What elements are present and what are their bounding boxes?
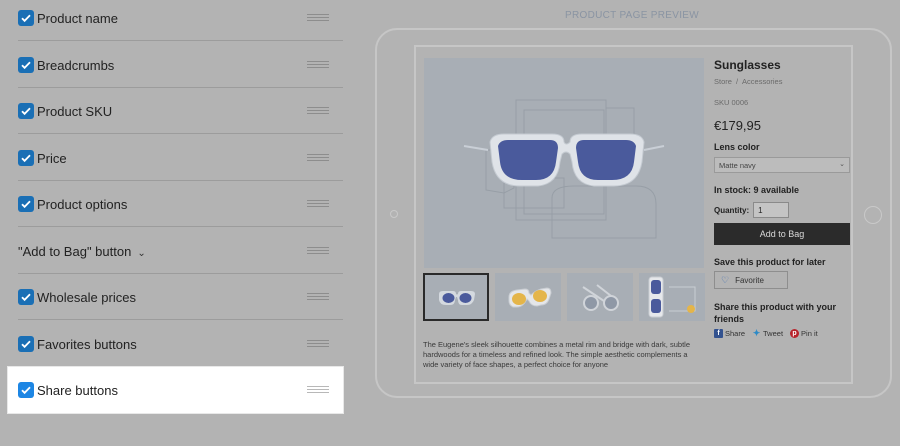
share-buttons: f Share ✦ Tweet p Pin it	[714, 328, 851, 339]
divider	[18, 40, 343, 41]
check-icon	[21, 107, 31, 116]
product-thumbnails	[423, 273, 705, 321]
preview-title: PRODUCT PAGE PREVIEW	[565, 10, 699, 21]
breadcrumb-store[interactable]: Store	[714, 77, 732, 86]
twitter-share-button[interactable]: ✦ Tweet	[752, 328, 784, 339]
setting-row-product-options[interactable]: Product options	[8, 181, 343, 227]
setting-label: Breadcrumbs	[37, 57, 115, 73]
select-value: Matte navy	[719, 161, 756, 170]
chevron-down-icon: ⌄	[839, 161, 845, 168]
drag-handle-icon[interactable]	[307, 14, 329, 22]
sunglasses-thumb-icon	[582, 284, 619, 311]
setting-label-text: "Add to Bag" button	[18, 243, 132, 259]
breadcrumb-accessories[interactable]: Accessories	[742, 77, 782, 86]
setting-label: Product SKU	[37, 103, 113, 119]
drag-handle-icon[interactable]	[307, 247, 329, 255]
add-to-bag-button[interactable]: Add to Bag	[714, 223, 850, 245]
product-main-image	[424, 58, 704, 268]
product-price: €179,95	[714, 118, 761, 133]
drag-handle-icon[interactable]	[307, 293, 329, 301]
pinterest-share-button[interactable]: p Pin it	[790, 329, 818, 338]
setting-row-favorites-buttons[interactable]: Favorites buttons	[8, 321, 343, 367]
check-icon	[21, 14, 31, 23]
tablet-camera	[390, 210, 398, 218]
setting-label-expandable[interactable]: "Add to Bag" button ⌄	[18, 244, 146, 259]
quantity-row: Quantity: 1	[714, 202, 851, 218]
drag-handle-icon[interactable]	[307, 107, 329, 115]
check-icon	[21, 154, 31, 163]
pin-text: Pin it	[801, 329, 818, 338]
setting-row-product-name[interactable]: Product name	[8, 0, 343, 41]
share-text: Share	[725, 329, 746, 338]
lens-color-select[interactable]: Matte navy ⌄	[714, 157, 850, 173]
setting-label: Share buttons	[37, 382, 118, 398]
product-title: Sunglasses	[714, 58, 781, 72]
checkbox-breadcrumbs[interactable]	[18, 57, 34, 73]
drag-handle-icon[interactable]	[307, 154, 329, 162]
chevron-down-icon[interactable]: ⌄	[137, 248, 145, 259]
share-label: Share this product with your friends	[714, 302, 837, 324]
setting-row-price[interactable]: Price	[8, 135, 343, 181]
drag-handle-icon[interactable]	[307, 386, 329, 394]
check-icon	[21, 61, 31, 70]
thumbnail-4[interactable]	[639, 273, 705, 321]
product-page-preview: The Eugene's sleek silhouette combines a…	[414, 45, 853, 384]
thumbnail-2[interactable]	[495, 273, 561, 321]
setting-row-product-sku[interactable]: Product SKU	[8, 88, 343, 134]
tablet-frame: The Eugene's sleek silhouette combines a…	[375, 28, 892, 398]
sunglasses-thumb-icon	[508, 287, 552, 308]
divider	[18, 319, 343, 320]
option-label: Lens color	[714, 142, 760, 152]
quantity-label: Quantity:	[714, 205, 750, 215]
checkbox-share-buttons[interactable]	[18, 382, 34, 398]
breadcrumb-separator: /	[735, 77, 739, 86]
divider	[18, 226, 343, 227]
sunglasses-image	[463, 99, 665, 239]
checkbox-product-name[interactable]	[18, 10, 34, 26]
checkbox-price[interactable]	[18, 150, 34, 166]
checkbox-product-options[interactable]	[18, 196, 34, 212]
checkbox-product-sku[interactable]	[18, 103, 34, 119]
checkbox-favorites-buttons[interactable]	[18, 336, 34, 352]
tweet-text: Tweet	[763, 329, 784, 338]
thumbnail-1[interactable]	[423, 273, 489, 321]
favorite-label: Favorite	[735, 275, 764, 285]
facebook-icon: f	[714, 329, 723, 338]
twitter-icon: ✦	[752, 328, 761, 338]
setting-label: Wholesale prices	[37, 289, 136, 305]
thumbnail-3[interactable]	[567, 273, 633, 321]
check-icon	[21, 386, 31, 395]
setting-label: Product options	[37, 196, 128, 212]
check-icon	[21, 200, 31, 209]
sunglasses-thumb-icon	[439, 291, 475, 305]
checkbox-wholesale-prices[interactable]	[18, 289, 34, 305]
setting-row-add-to-bag[interactable]: "Add to Bag" button ⌄	[8, 228, 343, 274]
drag-handle-icon[interactable]	[307, 61, 329, 69]
setting-label: Product name	[37, 10, 118, 26]
setting-row-share-buttons[interactable]: Share buttons	[8, 367, 343, 413]
setting-row-breadcrumbs[interactable]: Breadcrumbs	[8, 42, 343, 88]
heart-icon: ♡	[721, 274, 730, 285]
favorite-button[interactable]: ♡ Favorite	[714, 271, 788, 289]
sunglasses-case-thumb-icon	[648, 276, 696, 318]
divider	[18, 133, 343, 134]
check-icon	[21, 340, 31, 349]
product-info: Sunglasses Store / Accessories SKU 0006 €1…	[714, 58, 851, 339]
drag-handle-icon[interactable]	[307, 200, 329, 208]
drag-handle-icon[interactable]	[307, 340, 329, 348]
save-for-later-label: Save this product for later	[714, 257, 826, 267]
facebook-share-button[interactable]: f Share	[714, 329, 745, 338]
setting-label: Favorites buttons	[37, 336, 137, 352]
stock-status: In stock: 9 available	[714, 185, 800, 195]
product-description: The Eugene's sleek silhouette combines a…	[423, 340, 690, 369]
setting-label: Price	[37, 150, 67, 166]
check-icon	[21, 293, 31, 302]
breadcrumb: Store / Accessories	[714, 77, 851, 86]
pinterest-icon: p	[790, 329, 800, 338]
quantity-input[interactable]: 1	[753, 202, 790, 218]
tablet-home-button	[864, 206, 882, 224]
product-sku: SKU 0006	[714, 98, 749, 107]
setting-row-wholesale-prices[interactable]: Wholesale prices	[8, 274, 343, 320]
